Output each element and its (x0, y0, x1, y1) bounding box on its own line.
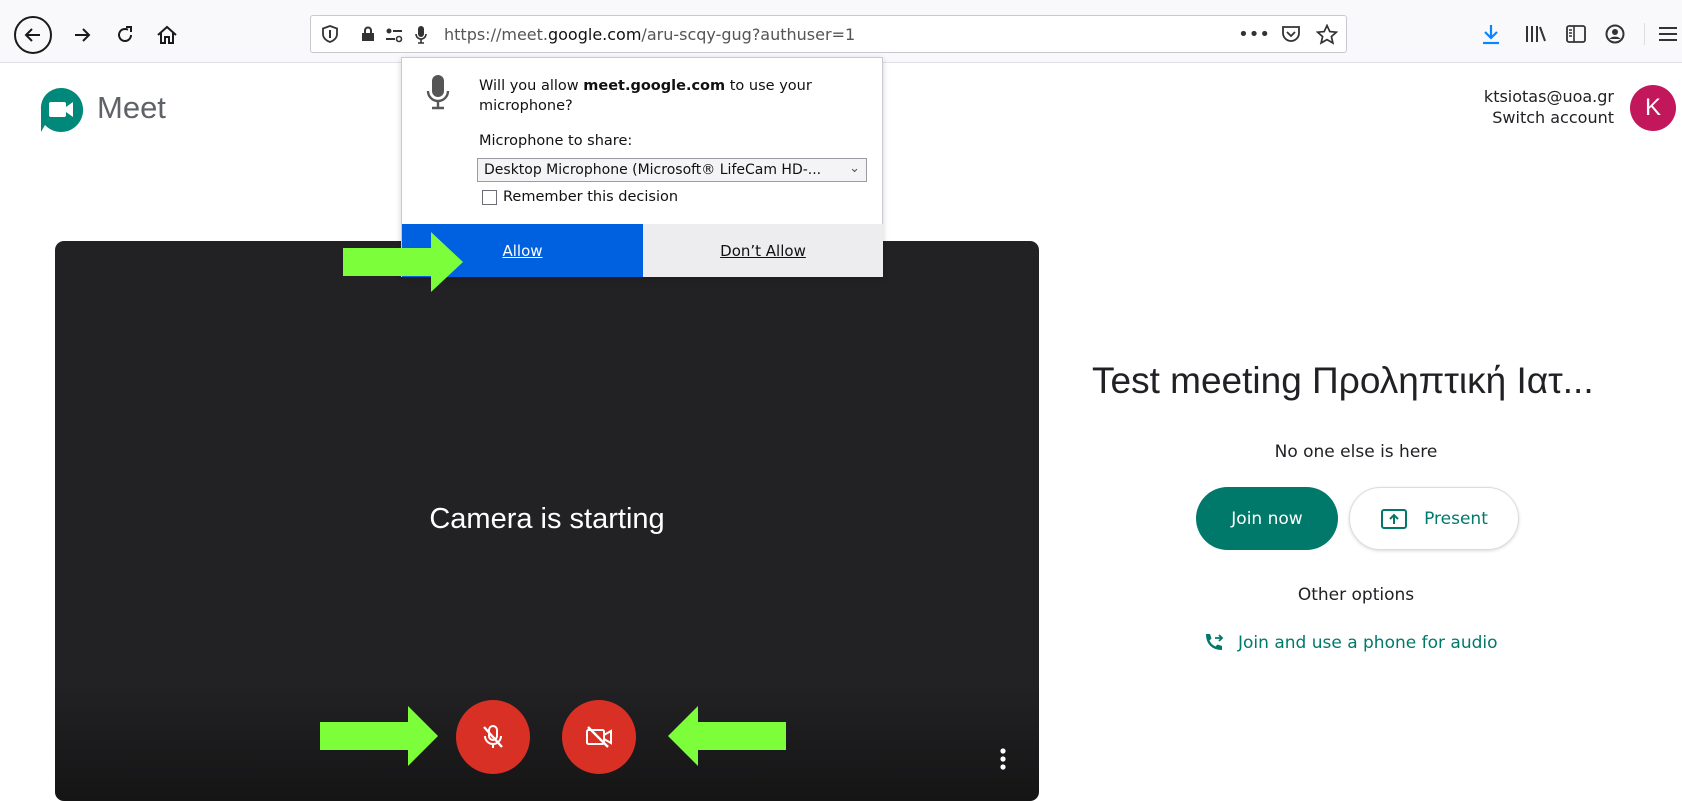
sidebar-icon[interactable] (1565, 24, 1587, 44)
phone-forward-icon (1206, 634, 1224, 650)
present-icon (1381, 508, 1408, 529)
browser-toolbar: https://meet.google.com/aru-scqy-gug?aut… (0, 0, 1682, 63)
present-button[interactable]: Present (1349, 487, 1519, 550)
annotation-arrow-mic (320, 706, 438, 766)
url-text: https://meet.google.com/aru-scqy-gug?aut… (444, 25, 856, 44)
annotation-arrow-allow (343, 232, 463, 292)
library-icon[interactable] (1524, 24, 1548, 44)
popup-microphone-icon (426, 75, 450, 110)
remember-label: Remember this decision (503, 189, 679, 205)
more-options-button[interactable] (993, 744, 1013, 774)
home-button[interactable] (152, 20, 182, 50)
more-icon[interactable]: ••• (1238, 24, 1270, 45)
mic-off-icon (483, 725, 503, 748)
microphone-toggle-button[interactable] (456, 700, 530, 774)
pocket-icon[interactable] (1280, 24, 1302, 44)
url-bar[interactable]: https://meet.google.com/aru-scqy-gug?aut… (310, 15, 1347, 53)
back-button[interactable] (14, 16, 52, 54)
menu-icon[interactable] (1644, 23, 1679, 45)
forward-button[interactable] (68, 20, 96, 50)
more-vert-icon (1000, 748, 1006, 770)
reload-button[interactable] (111, 20, 139, 50)
other-options-heading: Other options (1297, 585, 1415, 605)
phone-audio-label: Join and use a phone for audio (1238, 633, 1498, 653)
shield-icon[interactable] (321, 25, 339, 43)
meeting-title: Test meeting Προληπτική Ιατ... (1092, 360, 1594, 401)
reload-icon (118, 26, 132, 42)
participants-status: No one else is here (1274, 442, 1438, 462)
meet-logo[interactable] (37, 86, 85, 134)
meet-logo-icon (40, 87, 84, 132)
selected-device: Desktop Microphone (Microsoft® LifeCam H… (484, 162, 822, 178)
avatar[interactable]: K (1630, 85, 1676, 131)
camera-status: Camera is starting (429, 503, 665, 535)
star-icon[interactable] (1316, 23, 1338, 45)
back-icon (24, 28, 40, 42)
meet-app-name: Meet (97, 90, 166, 125)
annotation-arrow-camera (668, 706, 786, 766)
chevron-down-icon: ⌄ (849, 161, 860, 176)
device-label: Microphone to share: (479, 133, 633, 149)
switch-account-link[interactable]: Switch account (1484, 107, 1614, 128)
lock-icon[interactable] (360, 25, 376, 43)
microphone-icon[interactable] (414, 24, 428, 44)
forward-icon (75, 28, 91, 42)
account-email: ktsiotas@uoa.gr (1483, 87, 1614, 106)
permissions-icon[interactable] (384, 26, 404, 44)
camera-toggle-button[interactable] (562, 700, 636, 774)
join-now-button[interactable]: Join now (1196, 487, 1338, 550)
account-info: ktsiotas@uoa.gr Switch account (1484, 86, 1614, 128)
phone-audio-link[interactable]: Join and use a phone for audio (1202, 632, 1498, 654)
present-label: Present (1424, 508, 1488, 529)
camera-off-icon (586, 726, 612, 748)
dont-allow-button[interactable]: Don’t Allow (643, 224, 883, 277)
video-preview: Camera is starting (55, 241, 1039, 801)
remember-decision-option[interactable]: Remember this decision (482, 189, 678, 205)
permission-message: Will you allow meet.google.com to use yo… (479, 78, 812, 114)
microphone-permission-popup: Will you allow meet.google.com to use yo… (401, 57, 883, 277)
download-icon[interactable] (1480, 22, 1502, 46)
remember-checkbox[interactable] (482, 189, 497, 205)
home-icon (157, 25, 177, 44)
account-icon[interactable] (1604, 23, 1626, 45)
microphone-select[interactable]: Desktop Microphone (Microsoft® LifeCam H… (477, 158, 867, 182)
